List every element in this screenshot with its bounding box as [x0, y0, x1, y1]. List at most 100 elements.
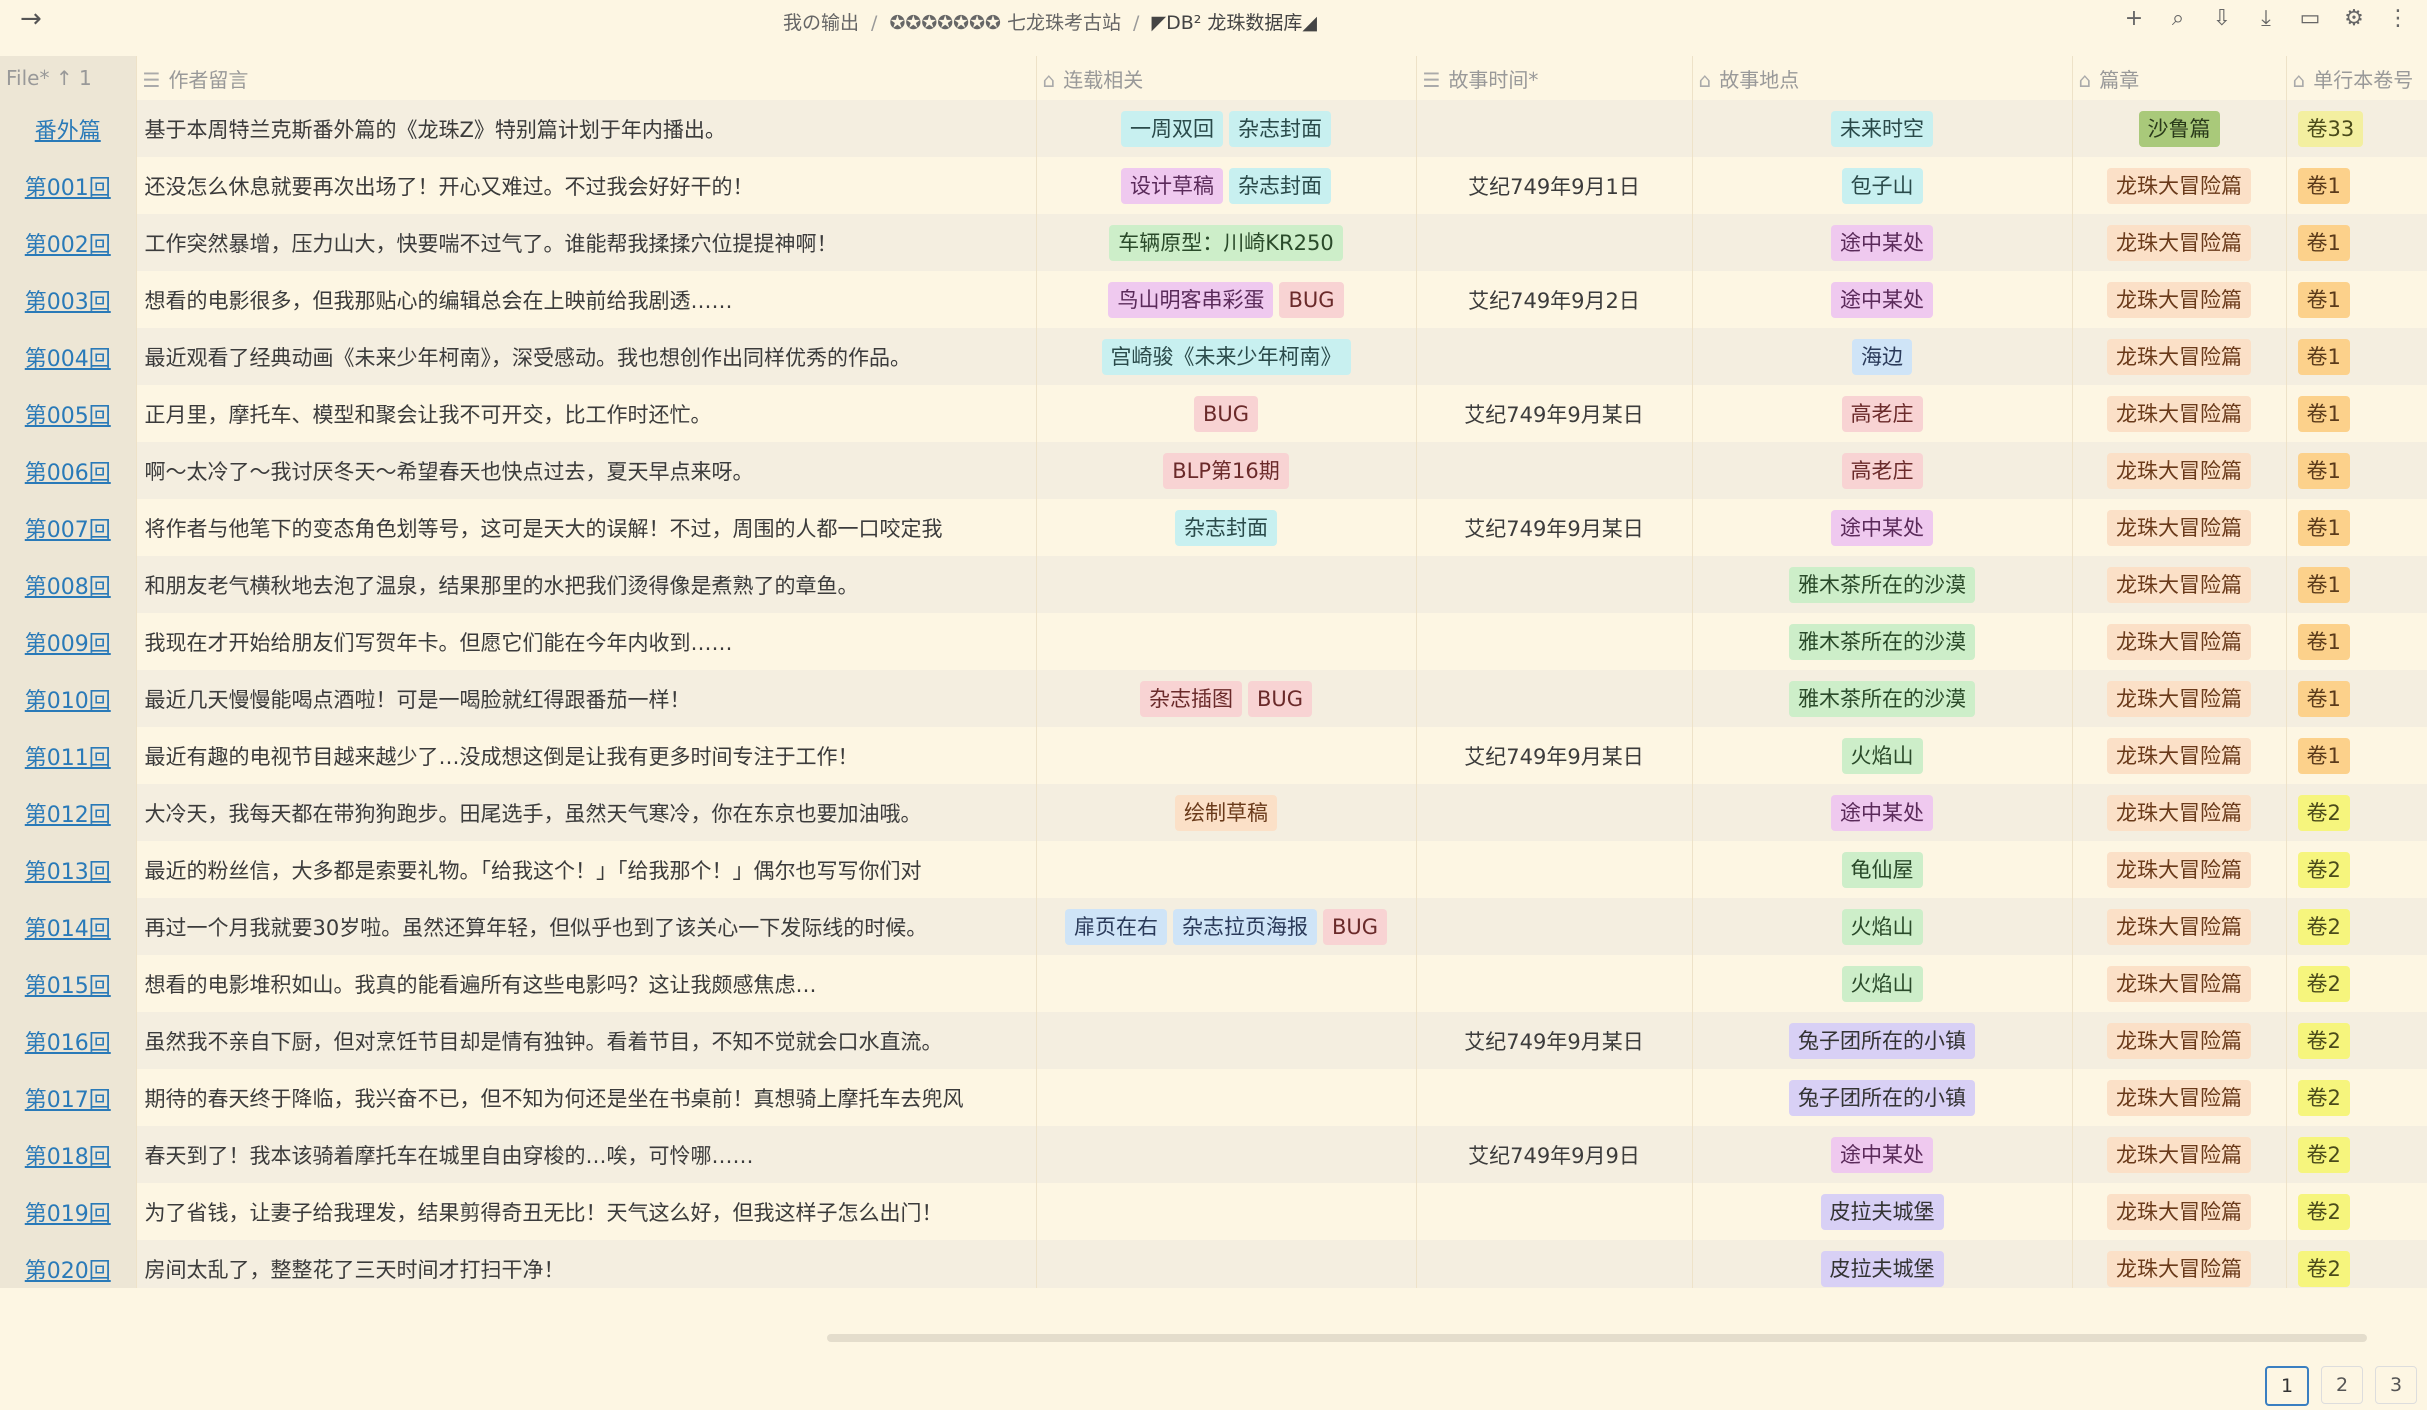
table-row[interactable]: 第008回 和朋友老气横秋地去泡了温泉，结果那里的水把我们烫得像是煮熟了的章鱼。 雅… [0, 556, 2427, 613]
file-link[interactable]: 第003回 [25, 290, 111, 315]
column-header-time[interactable]: ☰ 故事时间* [1416, 56, 1693, 100]
table-row[interactable]: 第015回 想看的电影堆积如山。我真的能看遍所有这些电影吗？这让我颇感焦虑… 火焰山… [0, 955, 2427, 1012]
file-link[interactable]: 第004回 [25, 347, 111, 372]
file-link[interactable]: 番外篇 [35, 119, 101, 144]
table-row[interactable]: 第018回 春天到了！我本该骑着摩托车在城里自由穿梭的…唉，可怜哪…… 艾纪749年… [0, 1126, 2427, 1183]
cell-arc: 龙珠大冒险篇 [2072, 442, 2287, 499]
table-row[interactable]: 第016回 虽然我不亲自下厨，但对烹饪节目却是情有独钟。看着节目，不知不觉就会口水… [0, 1012, 2427, 1069]
note-text: 我现在才开始给朋友们写贺年卡。但愿它们能在今年内收到…… [144, 630, 733, 655]
file-link[interactable]: 第018回 [25, 1145, 111, 1170]
breadcrumb: 我の输出 / ✪✪✪✪✪✪✪ 七龙珠考古站 / ◤DB² 龙珠数据库◢ [0, 8, 2100, 35]
cell-volume: 卷1 [2286, 613, 2427, 670]
file-link[interactable]: 第015回 [25, 974, 111, 999]
horizontal-scrollbar[interactable] [827, 1334, 2367, 1342]
tag-arc: 龙珠大冒险篇 [2107, 452, 2251, 489]
column-header-note[interactable]: ☰ 作者留言 [136, 56, 1037, 100]
table-row[interactable]: 第005回 正月里，摩托车、模型和聚会让我不可开交，比工作时还忙。 BUG 艾纪749… [0, 385, 2427, 442]
gear-icon[interactable]: ⚙ [2339, 6, 2369, 31]
cell-note: 和朋友老气横秋地去泡了温泉，结果那里的水把我们烫得像是煮熟了的章鱼。 [136, 556, 1037, 613]
cell-arc: 龙珠大冒险篇 [2072, 271, 2287, 328]
download-icon[interactable]: ⇩ [2207, 6, 2237, 31]
table-row[interactable]: 第020回 房间太乱了，整整花了三天时间才打扫干净！ 皮拉夫城堡 龙珠大冒险篇 卷2 [0, 1240, 2427, 1288]
tag-place: 皮拉夫城堡 [1820, 1193, 1944, 1230]
cell-serial: 设计草稿 杂志封面 [1036, 157, 1417, 214]
cell-arc: 龙珠大冒险篇 [2072, 499, 2287, 556]
tag-place: 未来时空 [1831, 110, 1933, 147]
tag-volume: 卷1 [2297, 566, 2350, 603]
file-link[interactable]: 第011回 [25, 746, 111, 771]
tag-icon: ⌂ [2078, 67, 2092, 92]
page-button-1[interactable]: 1 [2265, 1366, 2309, 1406]
cell-file: 第007回 [0, 499, 137, 556]
table-row[interactable]: 第009回 我现在才开始给朋友们写贺年卡。但愿它们能在今年内收到…… 雅木茶所在的沙… [0, 613, 2427, 670]
file-link[interactable]: 第010回 [25, 689, 111, 714]
more-icon[interactable]: ⋮ [2383, 6, 2413, 31]
cell-note: 正月里，摩托车、模型和聚会让我不可开交，比工作时还忙。 [136, 385, 1037, 442]
table-row[interactable]: 第004回 最近观看了经典动画《未来少年柯南》，深受感动。我也想创作出同样优秀的作… [0, 328, 2427, 385]
tag-volume: 卷1 [2297, 680, 2350, 717]
table-row[interactable]: 第019回 为了省钱，让妻子给我理发，结果剪得奇丑无比！天气这么好，但我这样子怎么… [0, 1183, 2427, 1240]
tag-serial: BUG [1247, 680, 1313, 717]
file-link[interactable]: 第014回 [25, 917, 111, 942]
cell-place: 雅木茶所在的沙漠 [1692, 556, 2073, 613]
column-header-place[interactable]: ⌂ 故事地点 [1692, 56, 2073, 100]
cell-volume: 卷2 [2286, 898, 2427, 955]
file-link[interactable]: 第002回 [25, 233, 111, 258]
text-icon: ☰ [1422, 67, 1441, 92]
file-link[interactable]: 第008回 [25, 575, 111, 600]
tag-volume: 卷2 [2297, 1193, 2350, 1230]
cell-file: 第017回 [0, 1069, 137, 1126]
import-icon[interactable]: ⤓ [2251, 6, 2281, 31]
page-button-2[interactable]: 2 [2321, 1366, 2363, 1404]
tag-arc: 龙珠大冒险篇 [2107, 1079, 2251, 1116]
table-row[interactable]: 第014回 再过一个月我就要30岁啦。虽然还算年轻，但似乎也到了该关心一下发际线的… [0, 898, 2427, 955]
table-row[interactable]: 第006回 啊～太冷了～我讨厌冬天～希望春天也快点过去，夏天早点来呀。 BLP第16… [0, 442, 2427, 499]
breadcrumb-item-output[interactable]: 我の输出 [783, 12, 859, 34]
cell-place: 兔子团所在的小镇 [1692, 1012, 2073, 1069]
column-header-file[interactable]: File* ↑ 1 [0, 56, 137, 100]
file-link[interactable]: 第009回 [25, 632, 111, 657]
column-header-arc[interactable]: ⌂ 篇章 [2072, 56, 2287, 100]
file-link[interactable]: 第017回 [25, 1088, 111, 1113]
table-row[interactable]: 第012回 大冷天，我每天都在带狗狗跑步。田尾选手，虽然天气寒冷，你在东京也要加油… [0, 784, 2427, 841]
table-row[interactable]: 第017回 期待的春天终于降临，我兴奋不已，但不知为何还是坐在书桌前！真想骑上摩托… [0, 1069, 2427, 1126]
file-link[interactable]: 第007回 [25, 518, 111, 543]
search-icon[interactable]: ⌕ [2163, 6, 2193, 31]
toolbar: + ⌕ ⇩ ⤓ ▭ ⚙ ⋮ [2119, 6, 2413, 31]
add-icon[interactable]: + [2119, 6, 2149, 31]
file-link[interactable]: 第012回 [25, 803, 111, 828]
cell-serial [1036, 955, 1417, 1012]
file-link[interactable]: 第019回 [25, 1202, 111, 1227]
table-row[interactable]: 第001回 还没怎么休息就要再次出场了！开心又难过。不过我会好好干的！ 设计草稿 杂志… [0, 157, 2427, 214]
breadcrumb-item-database[interactable]: ◤DB² 龙珠数据库◢ [1151, 12, 1317, 34]
cell-arc: 龙珠大冒险篇 [2072, 727, 2287, 784]
table-row[interactable]: 番外篇 基于本周特兰克斯番外篇的《龙珠Z》特别篇计划于年内播出。 一周双回 杂志封面 未… [0, 100, 2427, 157]
file-link[interactable]: 第013回 [25, 860, 111, 885]
table-row[interactable]: 第013回 最近的粉丝信，大多都是索要礼物。「给我这个！」「给我那个！」偶尔也写写… [0, 841, 2427, 898]
table-row[interactable]: 第011回 最近有趣的电视节目越来越少了…没成想这倒是让我有更多时间专注于工作！ 艾… [0, 727, 2427, 784]
table-row[interactable]: 第010回 最近几天慢慢能喝点酒啦！可是一喝脸就红得跟番茄一样！ 杂志插图 BUG 雅木… [0, 670, 2427, 727]
file-link[interactable]: 第006回 [25, 461, 111, 486]
tag-volume: 卷2 [2297, 908, 2350, 945]
note-text: 春天到了！我本该骑着摩托车在城里自由穿梭的…唉，可怜哪…… [144, 1143, 754, 1168]
tag-arc: 沙鲁篇 [2138, 110, 2220, 147]
cell-time [1416, 841, 1693, 898]
table-row[interactable]: 第007回 将作者与他笔下的变态角色划等号，这可是天大的误解！不过，周围的人都一口… [0, 499, 2427, 556]
file-link[interactable]: 第016回 [25, 1031, 111, 1056]
tag-serial: BUG [1322, 908, 1388, 945]
column-header-serial[interactable]: ⌂ 连载相关 [1036, 56, 1417, 100]
tag-volume: 卷1 [2297, 281, 2350, 318]
file-link[interactable]: 第001回 [25, 176, 111, 201]
file-icon[interactable]: ▭ [2295, 6, 2325, 31]
cell-arc: 龙珠大冒险篇 [2072, 670, 2287, 727]
breadcrumb-separator: / [1133, 12, 1140, 34]
file-link[interactable]: 第005回 [25, 404, 111, 429]
breadcrumb-item-site[interactable]: ✪✪✪✪✪✪✪ 七龙珠考古站 [889, 12, 1120, 34]
page-button-3[interactable]: 3 [2375, 1366, 2417, 1404]
table-row[interactable]: 第003回 想看的电影很多，但我那贴心的编辑总会在上映前给我剧透…… 鸟山明客串彩蛋… [0, 271, 2427, 328]
file-link[interactable]: 第020回 [25, 1259, 111, 1284]
cell-time [1416, 100, 1693, 157]
column-header-volume[interactable]: ⌂ 单行本卷号 [2286, 56, 2427, 100]
table-row[interactable]: 第002回 工作突然暴增，压力山大，快要喘不过气了。谁能帮我揉揉穴位提提神啊！ 车辆… [0, 214, 2427, 271]
note-text: 和朋友老气横秋地去泡了温泉，结果那里的水把我们烫得像是煮熟了的章鱼。 [144, 573, 859, 598]
